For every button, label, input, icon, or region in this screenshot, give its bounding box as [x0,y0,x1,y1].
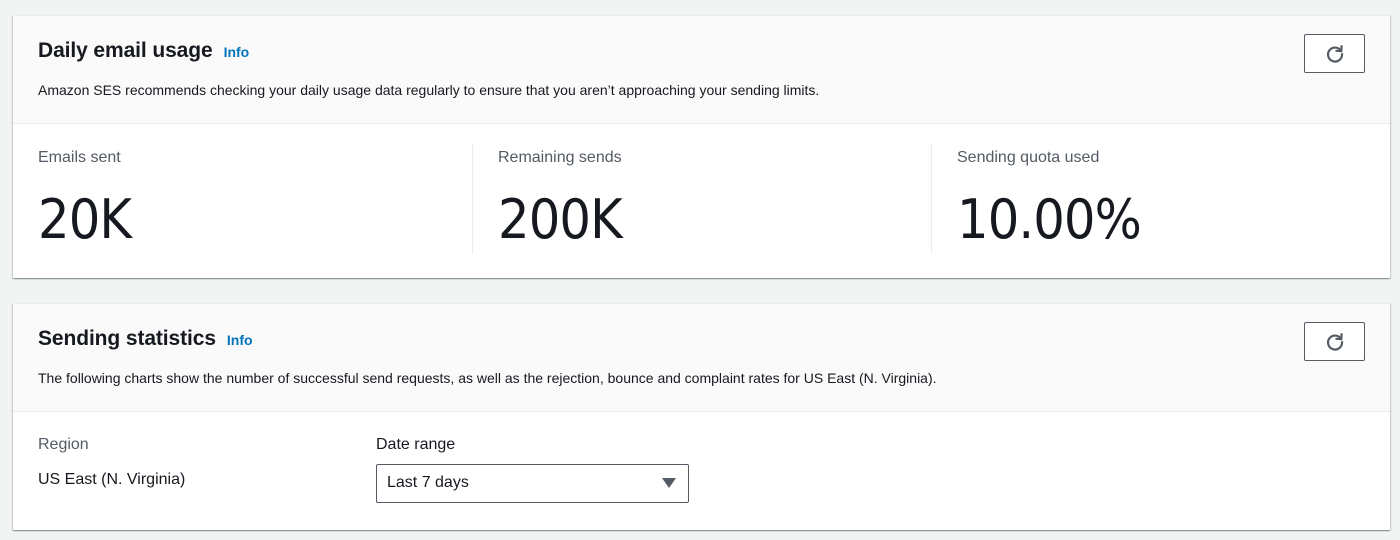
metric-label: Remaining sends [498,149,622,166]
sending-statistics-info-link[interactable]: Info [227,332,253,348]
sending-statistics-card: Sending statistics Info The following ch… [13,303,1390,530]
metric-value: 10.00% [957,188,1142,251]
caret-down-icon [662,478,676,488]
metric-label: Sending quota used [957,149,1100,166]
refresh-icon [1326,332,1343,351]
daily-email-usage-description: Amazon SES recommends checking your dail… [38,82,820,98]
sending-statistics-refresh-button[interactable] [1304,322,1365,361]
sending-statistics-title: Sending statistics [38,327,216,350]
metric-value: 200K [498,188,623,251]
daily-usage-refresh-button[interactable] [1304,34,1365,73]
statistics-filters: Region US East (N. Virginia) Date range … [13,412,1390,530]
sending-statistics-header: Sending statistics Info The following ch… [13,304,1390,412]
metric-value: 20K [38,188,132,251]
date-range-selected-value: Last 7 days [387,474,469,491]
metric-divider [931,144,932,254]
metric-label: Emails sent [38,149,121,166]
refresh-icon [1326,44,1343,63]
date-range-label: Date range [376,436,456,453]
daily-email-usage-info-link[interactable]: Info [224,44,250,60]
region-value: US East (N. Virginia) [38,471,186,488]
daily-email-usage-header: Daily email usage Info Amazon SES recomm… [13,16,1390,124]
daily-email-usage-card: Daily email usage Info Amazon SES recomm… [13,15,1390,278]
metric-divider [472,144,473,254]
daily-email-usage-title-row: Daily email usage Info [38,39,249,63]
region-label: Region [38,436,89,453]
usage-metrics: Emails sent 20K Remaining sends 200K Sen… [13,124,1390,279]
sending-statistics-description: The following charts show the number of … [38,370,937,386]
daily-email-usage-title: Daily email usage [38,39,213,62]
sending-statistics-title-row: Sending statistics Info [38,327,253,351]
date-range-select[interactable]: Last 7 days [376,464,689,503]
